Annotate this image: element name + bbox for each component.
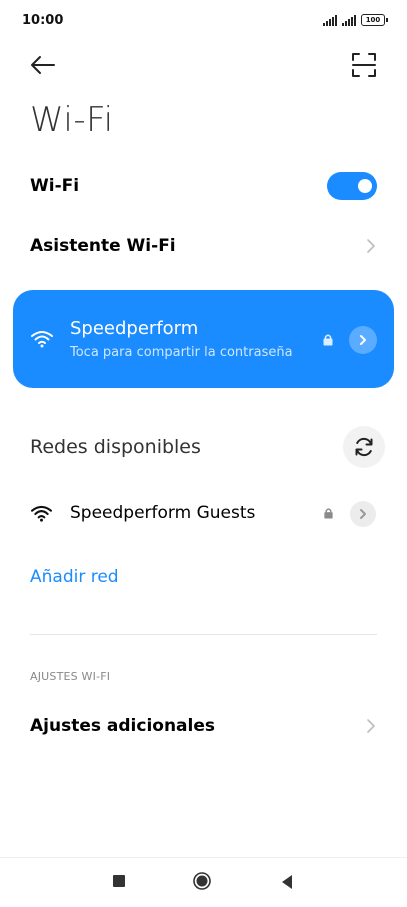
chevron-right-icon [360,335,366,345]
system-navigation-bar [0,857,407,907]
wifi-toggle-switch[interactable] [327,172,377,200]
wifi-icon [31,505,52,522]
wifi-icon [31,331,53,348]
back-arrow-icon [31,56,55,74]
wifi-toggle-row[interactable]: Wi-Fi [30,166,377,206]
wifi-settings-header: AJUSTES WI-FI [30,670,111,683]
wifi-assistant-label: Asistente Wi-Fi [30,236,176,256]
refresh-icon [355,437,373,457]
chevron-right-icon [367,719,375,733]
battery-icon: 100 [361,14,388,26]
toggle-knob [358,179,372,193]
connected-network-subtitle: Toca para compartir la contraseña [70,345,293,360]
connected-network-name: Speedperform [70,318,199,339]
divider [30,634,377,635]
wifi-assistant-row[interactable]: Asistente Wi-Fi [30,226,377,266]
refresh-button[interactable] [343,426,385,468]
add-network-link[interactable]: Añadir red [30,567,119,587]
home-button[interactable] [193,872,211,890]
wifi-toggle-label: Wi-Fi [30,176,80,196]
lock-icon [324,508,333,519]
back-button[interactable] [26,50,60,80]
scan-qr-icon [352,53,376,77]
network-item-details-button[interactable] [350,501,376,527]
signal-icon [342,14,356,26]
additional-settings-row[interactable]: Ajustes adicionales [30,706,377,746]
chevron-right-icon [367,239,375,253]
additional-settings-label: Ajustes adicionales [30,716,215,736]
connected-network-card[interactable]: Speedperform Toca para compartir la cont… [13,290,394,388]
network-details-button[interactable] [349,326,377,354]
chevron-right-icon [360,509,366,519]
lock-icon [323,334,333,346]
signal-icon [323,14,337,26]
scan-button[interactable] [351,52,377,78]
back-triangle-button[interactable] [280,874,294,890]
status-icons: 100 [323,14,388,26]
status-time: 10:00 [22,13,64,28]
recents-button[interactable] [113,875,125,887]
available-networks-title: Redes disponibles [30,436,201,458]
network-item-name[interactable]: Speedperform Guests [70,503,255,523]
page-title: Wi-Fi [30,100,114,140]
